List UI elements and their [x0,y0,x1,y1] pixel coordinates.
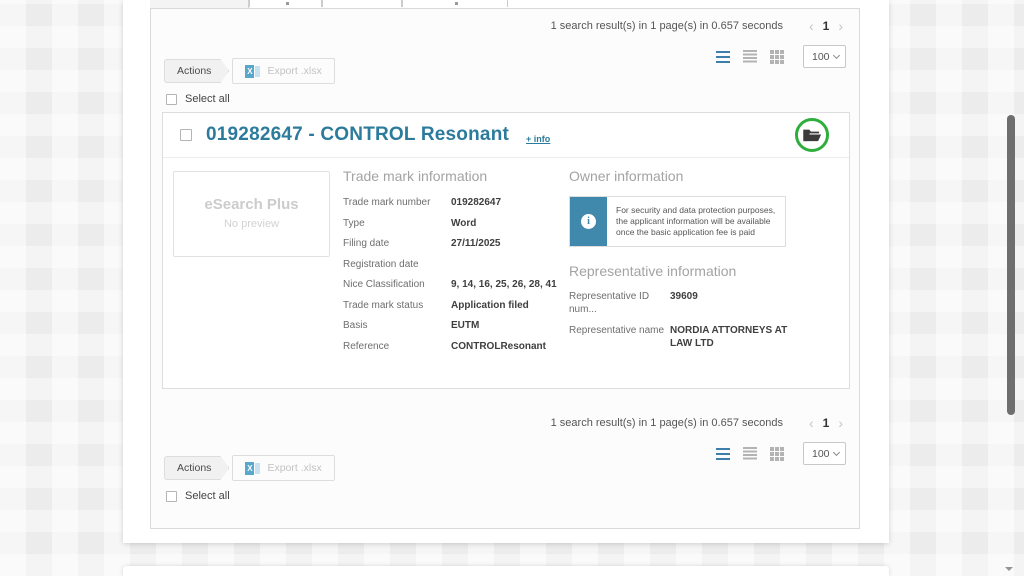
next-page-icon[interactable]: › [838,20,843,32]
select-all-label: Select all [185,93,230,105]
detail-view-button[interactable] [742,50,758,64]
field-row: TypeWord [343,218,561,231]
pagination: ‹ 1 › [809,416,843,430]
select-all-top: Select all [166,93,230,105]
prev-page-icon[interactable]: ‹ [809,417,814,429]
field-row: ReferenceCONTROLResonant [343,341,561,354]
page-size-value: 100 [812,51,830,63]
result-card: 019282647 - CONTROL Resonant + info eSea… [162,112,850,389]
list-view-icon [716,448,730,460]
view-controls-top: 100 [715,45,846,68]
owner-notice-text: For security and data protection purpose… [607,197,785,246]
actions-row-top: Actions X Export .xlsx [164,58,335,84]
page-size-select[interactable]: 100 [803,442,846,465]
next-page-icon[interactable]: › [838,417,843,429]
result-checkbox[interactable] [180,129,192,141]
field-row: Nice Classification9, 14, 16, 25, 26, 28… [343,279,561,292]
tab-sliver-4[interactable] [402,0,508,7]
select-all-bottom: Select all [166,490,230,502]
excel-icon: X [245,65,260,78]
page-size-select[interactable]: 100 [803,45,846,68]
info-icon-cell: i [570,197,607,246]
results-bar-bottom: 1 search result(s) in 1 page(s) in 0.657… [551,416,843,430]
grid-view-icon [770,447,784,461]
tab-icon [455,2,458,5]
trademark-info-section: Trade mark information Trade mark number… [343,168,561,361]
view-controls-bottom: 100 [715,442,846,465]
search-results-container: 1 search result(s) in 1 page(s) in 0.657… [123,0,889,543]
select-all-label: Select all [185,490,230,502]
more-info-link[interactable]: + info [526,134,550,144]
result-title-link[interactable]: 019282647 - CONTROL Resonant [206,124,509,146]
field-row: Representative ID num...39609 [569,291,809,316]
preview-title: eSearch Plus [174,196,329,213]
open-folder-badge[interactable] [795,118,829,152]
field-row: BasisEUTM [343,320,561,333]
chevron-down-icon [833,51,840,58]
page-size-value: 100 [812,448,830,460]
prev-page-icon[interactable]: ‹ [809,20,814,32]
result-card-body: eSearch Plus No preview Trade mark infor… [163,158,849,389]
preview-subtitle: No preview [174,218,329,230]
tab-results-active[interactable] [150,0,249,8]
excel-icon: X [245,462,260,475]
field-row: Filing date27/11/2025 [343,238,561,251]
export-label: Export .xlsx [267,462,321,474]
scrollbar-thumb[interactable] [1007,115,1015,415]
owner-notice-box: i For security and data protection purpo… [569,196,786,247]
field-row: Trade mark number019282647 [343,197,561,210]
representative-info-heading: Representative information [569,263,809,279]
grid-view-button[interactable] [769,447,785,461]
results-panel: 1 search result(s) in 1 page(s) in 0.657… [150,8,860,529]
owner-info-heading: Owner information [569,168,809,184]
tab-sliver-2[interactable] [249,0,322,7]
folder-icon [802,127,822,144]
actions-button[interactable]: Actions [164,59,229,83]
actions-button[interactable]: Actions [164,456,229,480]
chevron-down-icon [833,448,840,455]
actions-row-bottom: Actions X Export .xlsx [164,455,335,481]
grid-view-button[interactable] [769,50,785,64]
next-section-panel [123,566,889,576]
select-all-checkbox[interactable] [166,94,177,105]
export-label: Export .xlsx [267,65,321,77]
results-summary: 1 search result(s) in 1 page(s) in 0.657… [551,20,783,32]
detail-view-button[interactable] [742,447,758,461]
tab-icon [286,2,289,5]
detail-view-icon [743,50,757,63]
grid-view-icon [770,50,784,64]
field-row: Registration date [343,259,561,272]
list-view-icon [716,51,730,63]
list-view-button[interactable] [715,50,731,64]
owner-info-section: Owner information i For security and dat… [569,168,809,359]
current-page[interactable]: 1 [823,19,830,33]
list-view-button[interactable] [715,447,731,461]
export-xlsx-button[interactable]: X Export .xlsx [232,58,334,84]
tab-sliver-3[interactable] [322,0,402,7]
current-page[interactable]: 1 [823,416,830,430]
results-bar-top: 1 search result(s) in 1 page(s) in 0.657… [551,19,843,33]
export-xlsx-button[interactable]: X Export .xlsx [232,455,334,481]
info-icon: i [581,214,596,229]
result-card-header: 019282647 - CONTROL Resonant + info [163,113,849,158]
preview-placeholder: eSearch Plus No preview [173,171,330,257]
field-row: Trade mark statusApplication filed [343,300,561,313]
field-row: Representative nameNORDIA ATTORNEYS AT L… [569,325,809,350]
representative-fields: Representative ID num...39609 Representa… [569,291,809,350]
select-all-checkbox[interactable] [166,491,177,502]
detail-view-icon [743,447,757,460]
scrollbar-down-icon[interactable] [1005,567,1013,575]
trademark-info-heading: Trade mark information [343,168,561,184]
results-summary: 1 search result(s) in 1 page(s) in 0.657… [551,417,783,429]
pagination: ‹ 1 › [809,19,843,33]
